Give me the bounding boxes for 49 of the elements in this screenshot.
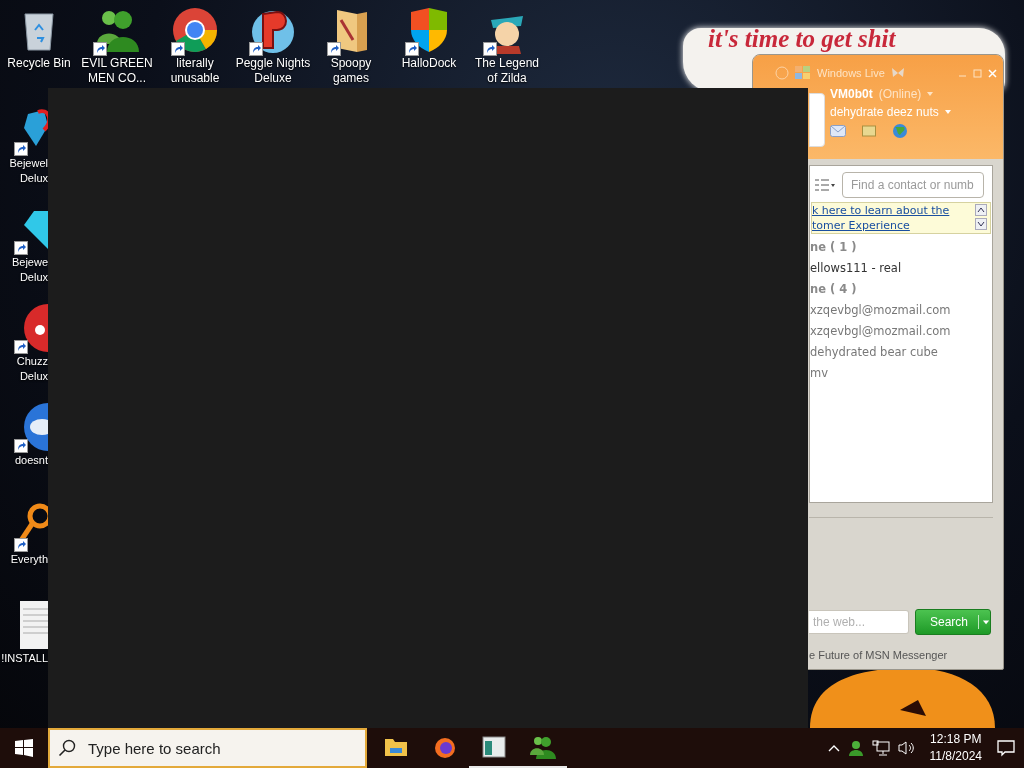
contact-item[interactable]: ellows111 - real	[810, 258, 992, 279]
notification-icon	[996, 739, 1016, 757]
desktop-icon-label[interactable]: Everyth	[10, 552, 48, 567]
desktop-icon-label[interactable]: The Legend of Zilda	[474, 56, 540, 86]
window-title: Windows Live	[817, 67, 885, 79]
footer-text: e Future of MSN Messenger	[809, 649, 949, 663]
banner-link[interactable]: k here to learn about the tomer Experience	[812, 203, 972, 233]
people-icon	[529, 735, 556, 759]
speaker-icon[interactable]	[897, 740, 916, 756]
avatar-frame	[809, 93, 825, 147]
desktop-icon-label[interactable]: Spoopy games	[330, 56, 372, 86]
desktop-icon-label[interactable]: literally unusable	[170, 56, 220, 86]
desktop-icon-label[interactable]: EVIL GREEN MEN CO...	[81, 56, 153, 86]
desktop-icon-label[interactable]: HalloDock	[401, 56, 457, 71]
contact-item[interactable]: mv	[810, 363, 992, 384]
browser-icon	[171, 6, 219, 54]
desktop-icon-label[interactable]: Bejewel Delux	[9, 156, 48, 186]
contact-search-field[interactable]: Find a contact or numb	[842, 172, 984, 198]
butterfly-icon	[890, 67, 905, 79]
search-icon	[58, 739, 76, 757]
clock-date: 11/8/2024	[929, 748, 982, 765]
desktop-icon-label[interactable]: Bejewe Delux	[11, 255, 48, 285]
wallpaper-caption: it's time to get shit	[708, 26, 896, 52]
window-app-icon	[481, 736, 506, 758]
taskbar-search-bar[interactable]: Type here to search	[48, 728, 367, 768]
person-icon[interactable]	[847, 740, 864, 756]
windows-flag-icon	[795, 66, 811, 80]
contact-item[interactable]: dehydrated bear cube	[810, 342, 992, 363]
contact-item[interactable]: xzqevbgl@mozmail.com	[810, 321, 992, 342]
network-icon[interactable]	[871, 740, 890, 756]
folder-icon	[383, 737, 408, 757]
fox-browser-icon	[432, 735, 457, 759]
desktop-icon-label[interactable]: doesnt	[14, 453, 48, 468]
scroll-down-icon[interactable]	[975, 218, 987, 230]
contact-item[interactable]: xzqevbgl@mozmail.com	[810, 300, 992, 321]
web-search-field[interactable]: the web...	[809, 610, 909, 634]
notifications-button[interactable]	[996, 739, 1016, 757]
caret-icon[interactable]	[978, 615, 990, 629]
windows-logo-icon	[15, 739, 33, 757]
user-name: VM0b0t	[830, 87, 873, 101]
chevron-up-icon[interactable]	[827, 744, 840, 752]
scroll-up-icon[interactable]	[975, 204, 987, 216]
desktop-icon-label[interactable]: Recycle Bin	[7, 56, 71, 71]
taskbar-search-field[interactable]: Type here to search	[86, 738, 330, 758]
desktop-icon-label[interactable]: !INSTALL	[1, 651, 48, 666]
desktop-icon-label[interactable]: Chuzz Delux	[16, 354, 48, 384]
desktop-icon-label[interactable]: Peggle Nights Deluxe	[235, 56, 311, 86]
clock-time: 12:18 PM	[930, 731, 982, 748]
clock[interactable]: 12:18 PM 11/8/2024	[923, 731, 988, 765]
